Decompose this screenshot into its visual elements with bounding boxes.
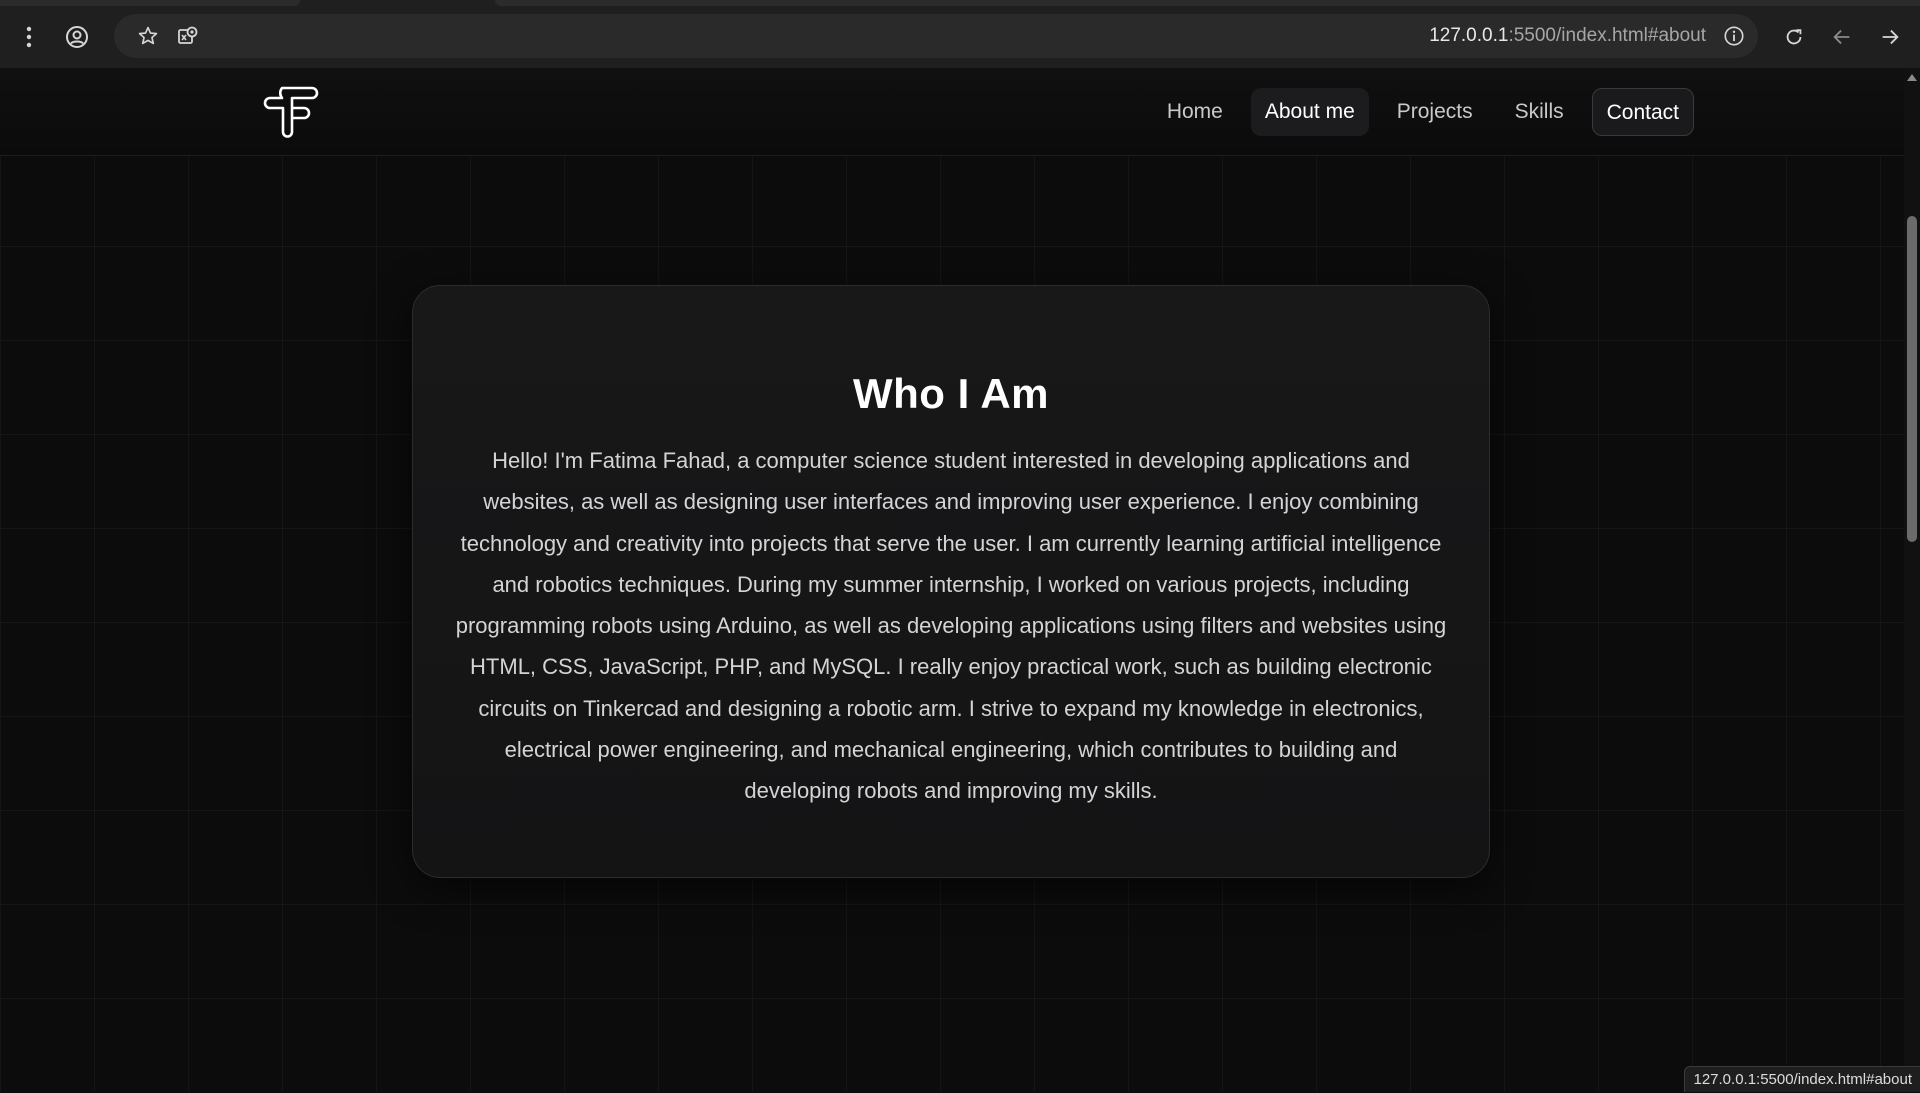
nav-projects[interactable]: Projects: [1383, 88, 1487, 136]
about-title: Who I Am: [413, 370, 1489, 418]
menu-dots-icon[interactable]: [11, 19, 47, 55]
bookmark-star-icon[interactable]: [130, 18, 166, 54]
page-scrollbar[interactable]: [1904, 68, 1920, 1092]
site-header: Home About me Projects Skills Contact: [0, 68, 1904, 156]
page-viewport: Home About me Projects Skills Contact Wh…: [0, 68, 1904, 1092]
browser-toolbar: 127.0.0.1:5500/index.html#about: [0, 0, 1920, 68]
about-paragraph: Hello! I'm Fatima Fahad, a computer scie…: [451, 440, 1451, 812]
extension-icon[interactable]: [170, 18, 206, 54]
profile-icon[interactable]: [59, 19, 95, 55]
back-icon[interactable]: [1824, 19, 1860, 55]
tab-strip: [0, 0, 1920, 6]
about-card: Who I Am Hello! I'm Fatima Fahad, a comp…: [412, 285, 1490, 878]
url-path: :5500/index.html#about: [1508, 25, 1706, 46]
site-logo-icon[interactable]: [262, 82, 320, 140]
nav-home[interactable]: Home: [1153, 88, 1237, 136]
reload-icon[interactable]: [1776, 19, 1812, 55]
site-info-icon[interactable]: [1716, 18, 1752, 54]
status-link-preview: 127.0.0.1:5500/index.html#about: [1684, 1066, 1920, 1092]
scroll-up-arrow-icon[interactable]: [1907, 74, 1917, 81]
scrollbar-thumb[interactable]: [1907, 216, 1917, 542]
main-nav: Home About me Projects Skills Contact: [1153, 88, 1694, 136]
tab-inactive-left[interactable]: [0, 0, 300, 6]
forward-icon[interactable]: [1872, 19, 1908, 55]
url-host: 127.0.0.1: [1429, 25, 1508, 46]
address-bar[interactable]: 127.0.0.1:5500/index.html#about: [114, 14, 1758, 58]
nav-about-me[interactable]: About me: [1251, 88, 1369, 136]
tab-inactive-right[interactable]: [495, 0, 1920, 6]
url-text[interactable]: 127.0.0.1:5500/index.html#about: [1429, 14, 1706, 58]
nav-contact-button[interactable]: Contact: [1592, 88, 1694, 136]
nav-skills[interactable]: Skills: [1501, 88, 1578, 136]
